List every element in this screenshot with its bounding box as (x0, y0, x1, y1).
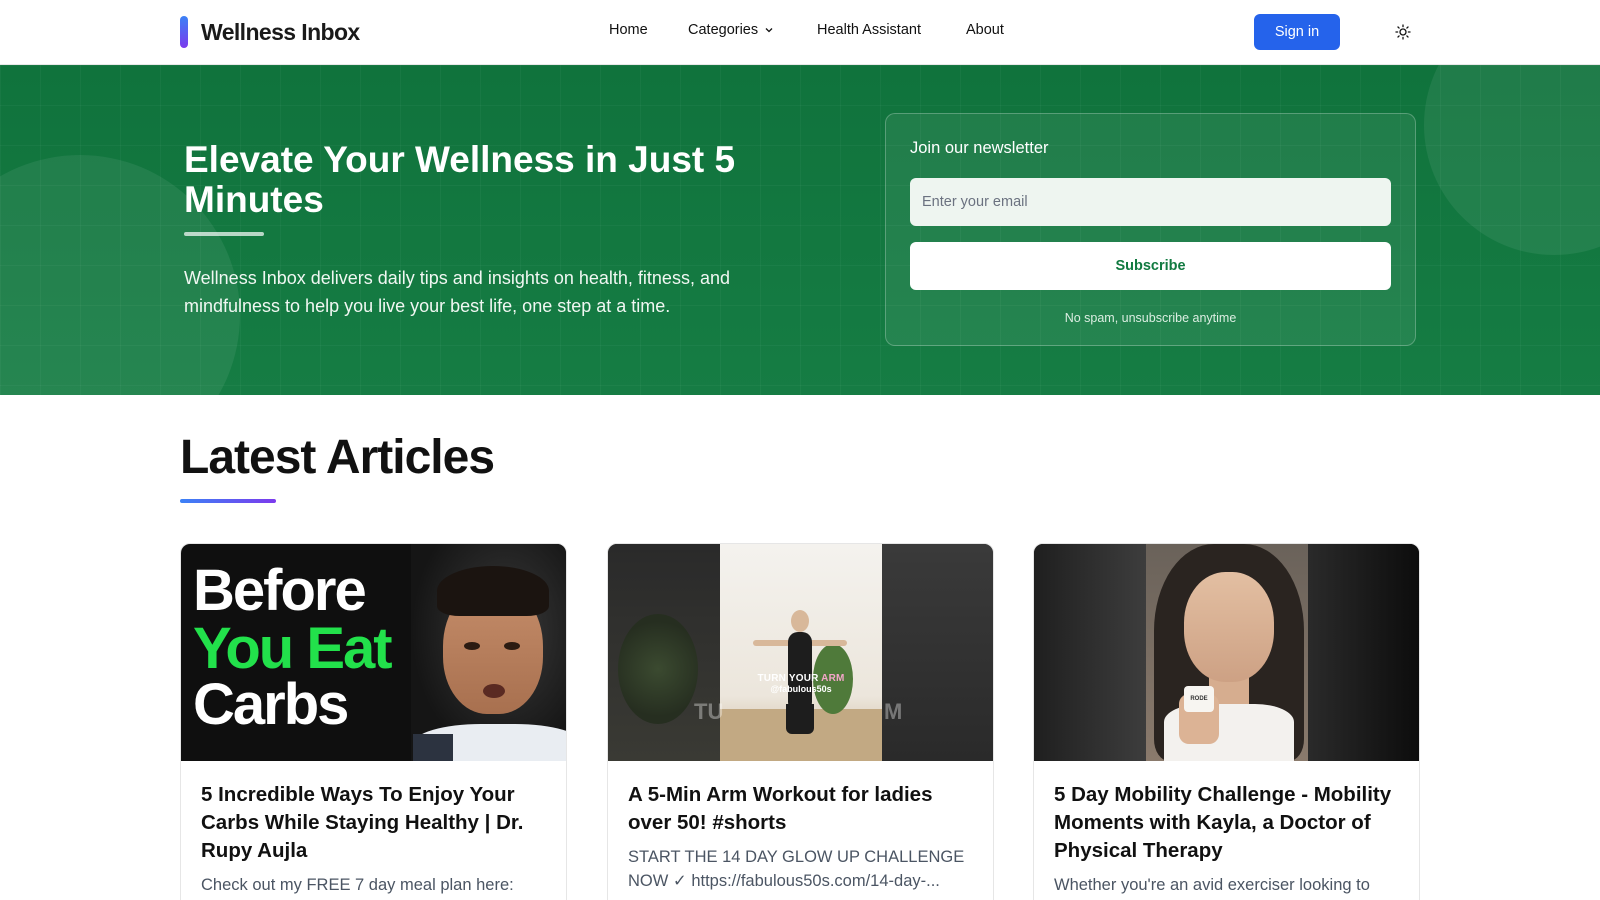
article-title[interactable]: 5 Incredible Ways To Enjoy Your Carbs Wh… (201, 781, 551, 865)
thumb-caption: TURN YOUR ARM (720, 673, 882, 684)
site-header: Wellness Inbox Home Categories Health As… (0, 0, 1600, 65)
nav-categories[interactable]: Categories (688, 22, 774, 38)
hero-section: Elevate Your Wellness in Just 5 Minutes … (0, 65, 1600, 395)
article-description: START THE 14 DAY GLOW UP CHALLENGE NOW ✓… (628, 848, 965, 890)
article-card[interactable]: RODE 5 Day Mobility Challenge - Mobility… (1033, 543, 1420, 900)
nav-health-assistant[interactable]: Health Assistant (817, 22, 921, 38)
sun-icon (1395, 24, 1411, 40)
thumb-handle: @fabulous50s (770, 684, 832, 694)
newsletter-card: Join our newsletter Subscribe No spam, u… (885, 113, 1416, 346)
thumb-hair (437, 566, 549, 616)
article-thumbnail[interactable]: TU M TURN YOUR ARM @fabulous50s (608, 544, 993, 761)
subscribe-button[interactable]: Subscribe (910, 242, 1391, 290)
thumb-eye (504, 642, 520, 650)
nav-categories-label: Categories (688, 22, 759, 38)
thumb-suit (413, 734, 453, 761)
thumb-face (1184, 572, 1274, 682)
main-nav: Home Categories Health Assistant About (0, 0, 1600, 65)
article-title[interactable]: A 5-Min Arm Workout for ladies over 50! … (628, 781, 978, 837)
thumb-bg-left (1034, 544, 1146, 761)
article-thumbnail[interactable]: Before You Eat Carbs (181, 544, 566, 761)
article-description: Whether you're an avid exerciser looking… (1054, 876, 1370, 894)
newsletter-title: Join our newsletter (910, 139, 1049, 157)
article-thumbnail[interactable]: RODE (1034, 544, 1419, 761)
thumb-bg-right (882, 544, 993, 761)
thumb-bg-right (1308, 544, 1419, 761)
hero-title: Elevate Your Wellness in Just 5 Minutes (184, 139, 736, 220)
thumb-product-label: RODE (1184, 686, 1214, 712)
sign-in-button[interactable]: Sign in (1254, 14, 1340, 50)
article-card[interactable]: TU M TURN YOUR ARM @fabulous50s A 5-Min … (607, 543, 994, 900)
thumb-legs (786, 704, 814, 734)
thumb-eye (464, 642, 480, 650)
article-title[interactable]: 5 Day Mobility Challenge - Mobility Mome… (1054, 781, 1404, 865)
hero-description: Wellness Inbox delivers daily tips and i… (184, 268, 730, 316)
thumb-text-line: Carbs (193, 672, 349, 737)
theme-toggle[interactable] (1393, 22, 1413, 42)
latest-articles-underline (180, 499, 276, 503)
hero-divider (184, 232, 264, 236)
article-card[interactable]: Before You Eat Carbs 5 Incredible Ways T… (180, 543, 567, 900)
newsletter-note: No spam, unsubscribe anytime (1064, 311, 1237, 325)
nav-about[interactable]: About (966, 22, 1004, 38)
thumb-text-line: Before (193, 558, 367, 623)
thumb-plant (618, 614, 698, 724)
thumb-caption-highlight: ARM (821, 673, 845, 684)
thumb-body (788, 632, 812, 712)
chevron-down-icon (765, 28, 773, 33)
thumb-text-line: You Eat (193, 616, 393, 681)
thumb-caption-text: TURN YOUR (757, 673, 819, 684)
thumb-ghost-text: M (884, 699, 903, 724)
article-description: Check out my FREE 7 day meal plan here: (201, 876, 514, 894)
thumb-head (791, 610, 809, 632)
thumb-mouth (483, 684, 505, 698)
latest-articles-heading: Latest Articles (180, 431, 495, 484)
email-input[interactable] (910, 178, 1391, 226)
nav-home[interactable]: Home (609, 22, 648, 38)
thumb-ghost-text: TU (694, 699, 724, 724)
